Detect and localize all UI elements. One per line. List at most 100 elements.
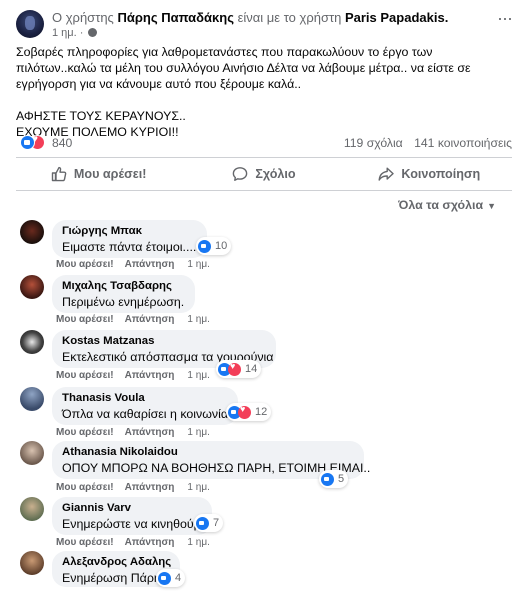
comment-actions: Μου αρέσει! Απάντηση 1 ημ. xyxy=(56,482,210,493)
comment: Athanasia Nikolaidou ΟΠΟΥ ΜΠΟΡΩ ΝΑ ΒΟΗΘΗ… xyxy=(16,441,516,493)
post-text-line-2: ΑΦΗΣΤΕ ΤΟΥΣ ΚΕΡΑΥΝΟΥΣ.. xyxy=(16,109,186,123)
stats-right: 119 σχόλια 141 κοινοποιήσεις xyxy=(336,136,512,150)
comment-text: Περιμένω ενημέρωση. xyxy=(62,295,185,309)
comment-text: Ενημέρωση Πάρη xyxy=(62,571,161,585)
reaction-count: 7 xyxy=(213,517,220,529)
comment-time[interactable]: 1 ημ. xyxy=(187,537,209,548)
comment-like-button[interactable]: Μου αρέσει! xyxy=(56,314,114,325)
commenter-avatar[interactable] xyxy=(20,275,44,299)
like-reaction-icon[interactable] xyxy=(20,135,35,150)
comment: Kostas Matzanas Εκτελεστικό απόσπασμα τα… xyxy=(16,330,516,382)
commenter-name[interactable]: Kostas Matzanas xyxy=(62,334,266,349)
share-arrow-icon xyxy=(378,167,395,181)
comment-text: Ενημερώστε να κινηθούμε xyxy=(62,517,207,531)
comment: Αλεξανδρος Αδαλης Ενημέρωση Πάρη 4 xyxy=(16,551,516,591)
comment-time[interactable]: 1 ημ. xyxy=(187,370,209,381)
comment-reply-button[interactable]: Απάντηση xyxy=(125,427,175,438)
comment-reply-button[interactable]: Απάντηση xyxy=(125,370,175,381)
commenter-name[interactable]: Μιχαλης Τσαβδαρης xyxy=(62,279,185,294)
comment-like-button[interactable]: Μου αρέσει! xyxy=(56,427,114,438)
comment-bubble: Γιώργης Μπακ Ειμαστε πάντα έτοιμοι.... xyxy=(52,220,207,258)
comment-reply-button[interactable]: Απάντηση xyxy=(125,259,175,270)
commenter-avatar[interactable] xyxy=(20,551,44,575)
title-prefix: Ο χρήστης xyxy=(52,10,114,25)
commenter-name[interactable]: Γιώργης Μπακ xyxy=(62,224,197,239)
comment-reply-button[interactable]: Απάντηση xyxy=(125,537,175,548)
commenter-name[interactable]: Athanasia Nikolaidou xyxy=(62,445,354,460)
comment-reply-button[interactable]: Απάντηση xyxy=(125,314,175,325)
comment-reactions[interactable]: 12 xyxy=(226,403,272,421)
comment-like-button[interactable]: Μου αρέσει! xyxy=(56,370,114,381)
comment-actions: Μου αρέσει! Απάντηση 1 ημ. xyxy=(56,370,210,381)
commenter-avatar[interactable] xyxy=(20,387,44,411)
comment-count[interactable]: 119 σχόλια xyxy=(344,136,403,150)
comment-button[interactable]: Σχόλιο xyxy=(181,158,346,190)
chevron-down-icon: ▼ xyxy=(487,201,496,211)
divider xyxy=(16,190,512,191)
globe-icon xyxy=(88,28,98,37)
comment: Giannis Varv Ενημερώστε να κινηθούμε 7 Μ… xyxy=(16,497,516,548)
comment-bubble: Thanasis Voula Όπλα να καθαρίσει η κοινω… xyxy=(52,387,246,425)
commenter-avatar[interactable] xyxy=(20,441,44,465)
post-header: Ο χρήστης Πάρης Παπαδάκης είναι με το χρ… xyxy=(0,0,526,44)
comment-reactions[interactable]: 5 xyxy=(319,470,349,488)
reaction-count[interactable]: 840 xyxy=(52,136,72,150)
post-text: Σοβαρές πληροφορίες για λαθρομετανάστες … xyxy=(16,45,471,91)
author-name-link[interactable]: Πάρης Παπαδάκης xyxy=(117,10,234,25)
tagged-user-link[interactable]: Paris Papadakis. xyxy=(345,10,448,25)
love-reaction-icon xyxy=(238,404,251,419)
like-reaction-icon xyxy=(321,472,334,486)
post-timestamp[interactable]: 1 ημ. · xyxy=(52,27,83,39)
comment-sort-dropdown[interactable]: Όλα τα σχόλια ▼ xyxy=(398,198,496,212)
comment-text: Ειμαστε πάντα έτοιμοι.... xyxy=(62,240,197,254)
commenter-name[interactable]: Thanasis Voula xyxy=(62,391,228,406)
comment-bubble: Μιχαλης Τσαβδαρης Περιμένω ενημέρωση. xyxy=(52,275,195,313)
share-button[interactable]: Κοινοποίηση xyxy=(347,158,512,190)
speech-bubble-icon xyxy=(233,167,248,181)
comment-button-label: Σχόλιο xyxy=(255,167,296,181)
thumbs-up-icon xyxy=(51,166,67,182)
action-bar: Μου αρέσει! Σχόλιο Κοινοποίηση xyxy=(16,158,512,190)
reaction-count: 12 xyxy=(255,406,268,418)
comment-like-button[interactable]: Μου αρέσει! xyxy=(56,482,114,493)
reaction-count: 14 xyxy=(245,363,258,375)
reaction-count: 4 xyxy=(175,572,182,584)
comment-time[interactable]: 1 ημ. xyxy=(187,314,209,325)
comment-text: Όπλα να καθαρίσει η κοινωνία .... xyxy=(62,407,246,421)
commenter-avatar[interactable] xyxy=(20,220,44,244)
comment: Μιχαλης Τσαβδαρης Περιμένω ενημέρωση. Μο… xyxy=(16,275,516,325)
like-button[interactable]: Μου αρέσει! xyxy=(16,158,181,190)
comment-reactions[interactable]: 14 xyxy=(216,360,262,378)
commenter-avatar[interactable] xyxy=(20,330,44,354)
comment-time[interactable]: 1 ημ. xyxy=(187,427,209,438)
love-reaction-icon xyxy=(228,361,241,376)
reaction-count: 5 xyxy=(338,473,345,485)
post-title: Ο χρήστης Πάρης Παπαδάκης είναι με το χρ… xyxy=(52,10,448,25)
comment-reactions[interactable]: 10 xyxy=(196,237,232,255)
comment-time[interactable]: 1 ημ. xyxy=(187,482,209,493)
comment-bubble: Giannis Varv Ενημερώστε να κινηθούμε xyxy=(52,497,212,535)
comment-actions: Μου αρέσει! Απάντηση 1 ημ. xyxy=(56,537,210,548)
post-stats: 840 119 σχόλια 141 κοινοποιήσεις xyxy=(16,134,512,152)
comment-reply-button[interactable]: Απάντηση xyxy=(125,482,175,493)
commenter-name[interactable]: Αλεξανδρος Αδαλης xyxy=(62,555,171,570)
author-avatar[interactable] xyxy=(16,10,44,38)
more-options-button[interactable]: ··· xyxy=(497,9,513,27)
title-middle: είναι με το χρήστη xyxy=(237,10,342,25)
comment-reactions[interactable]: 7 xyxy=(194,514,224,532)
like-button-label: Μου αρέσει! xyxy=(73,167,147,181)
commenter-name[interactable]: Giannis Varv xyxy=(62,501,202,516)
share-count[interactable]: 141 κοινοποιήσεις xyxy=(414,136,512,150)
comment-bubble: Athanasia Nikolaidou ΟΠΟΥ ΜΠΟΡΩ ΝΑ ΒΟΗΘΗ… xyxy=(52,441,370,479)
comment: Thanasis Voula Όπλα να καθαρίσει η κοινω… xyxy=(16,387,516,439)
comment-like-button[interactable]: Μου αρέσει! xyxy=(56,259,114,270)
like-reaction-icon xyxy=(196,516,209,530)
comment-time[interactable]: 1 ημ. xyxy=(187,259,209,270)
like-reaction-icon xyxy=(158,571,171,585)
commenter-avatar[interactable] xyxy=(20,497,44,521)
comment-actions: Μου αρέσει! Απάντηση 1 ημ. xyxy=(56,427,210,438)
sort-label: Όλα τα σχόλια xyxy=(398,198,484,212)
comment-reactions[interactable]: 4 xyxy=(156,569,186,587)
comment-like-button[interactable]: Μου αρέσει! xyxy=(56,537,114,548)
comment-actions: Μου αρέσει! Απάντηση 1 ημ. xyxy=(56,259,210,270)
